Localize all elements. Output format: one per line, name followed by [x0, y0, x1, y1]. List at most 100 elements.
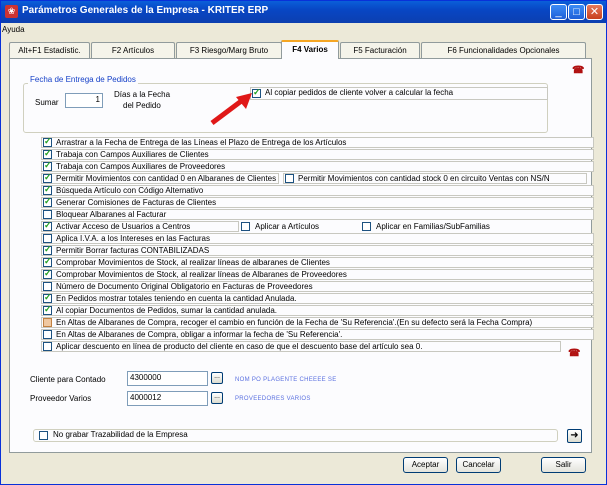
cliente-contado-input[interactable]: 4300000	[127, 371, 208, 386]
menu-bar: Ayuda	[2, 25, 25, 37]
option-checkbox-17[interactable]	[43, 342, 52, 351]
window: ❀ Parámetros Generales de la Empresa - K…	[0, 0, 607, 485]
trazabilidad-checkbox[interactable]	[39, 431, 48, 440]
option-checkbox-2[interactable]	[43, 160, 52, 171]
copiar-fecha-row[interactable]: Al copiar pedidos de cliente volver a ca…	[250, 87, 548, 100]
option-label-11: Comprobar Movimientos de Stock, al reali…	[56, 270, 347, 279]
help-icon-top[interactable]: ☎	[572, 65, 584, 76]
option-row-6[interactable]: Bloquear Albaranes al Facturar	[41, 209, 594, 220]
tab-funcionalidades[interactable]: F6 Funcionalidades Opcionales	[421, 42, 586, 58]
option-row-5[interactable]: Generar Comisiones de Facturas de Client…	[41, 196, 594, 208]
tab-varios[interactable]: F4 Varios	[281, 40, 339, 59]
app-icon: ❀	[5, 5, 18, 18]
aplicar-articulos-label: Aplicar a Artículos	[255, 222, 320, 231]
option-checkbox-10[interactable]	[43, 256, 52, 267]
option-label-0: Arrastrar a la Fecha de Entrega de las L…	[56, 138, 347, 147]
minimize-button[interactable]: _	[550, 4, 567, 20]
option-checkbox-1[interactable]	[43, 148, 52, 159]
aplicar-articulos-checkbox[interactable]	[241, 222, 250, 231]
salir-button[interactable]: Salir	[541, 457, 586, 473]
proveedor-lookup-button[interactable]: ...	[211, 392, 223, 404]
option-checkbox-6[interactable]	[43, 210, 52, 219]
menu-ayuda[interactable]: Ayuda	[2, 25, 25, 34]
tab-riesgo[interactable]: F3 Riesgo/Marg Bruto	[176, 42, 282, 58]
option-row-4[interactable]: Búsqueda Artículo con Código Alternativo	[41, 184, 594, 196]
trazabilidad-label: No grabar Trazabilidad de la Empresa	[53, 430, 188, 439]
tab-estadisticas[interactable]: Alt+F1 Estadístic.	[9, 42, 90, 58]
option-row-13[interactable]: En Pedidos mostrar totales teniendo en c…	[41, 292, 594, 304]
title-bar[interactable]: ❀ Parámetros Generales de la Empresa - K…	[1, 1, 606, 23]
option-label-5: Generar Comisiones de Facturas de Client…	[56, 198, 217, 207]
dias-label-2: del Pedido	[123, 101, 161, 110]
tab-articulos[interactable]: F2 Artículos	[91, 42, 175, 58]
cliente-contado-name: NOM PO PLAGENTE CHEEEE SE	[235, 377, 337, 383]
sumar-label: Sumar	[35, 98, 59, 107]
proveedor-varios-input[interactable]: 4000012	[127, 391, 208, 406]
option-checkbox-5[interactable]	[43, 196, 52, 207]
option-label-13: En Pedidos mostrar totales teniendo en c…	[56, 294, 297, 303]
dias-label-1: Días a la Fecha	[114, 90, 171, 99]
red-arrow-icon	[210, 93, 252, 125]
option-row-7[interactable]: Activar Acceso de Usuarios a Centros	[41, 220, 239, 232]
cliente-contado-label: Cliente para Contado	[30, 375, 106, 384]
option-row-3[interactable]: Permitir Movimientos con cantidad 0 en A…	[41, 172, 279, 184]
stock-ns-label: Permitir Movimientos con cantidad stock …	[298, 174, 550, 183]
option-checkbox-13[interactable]	[43, 292, 52, 303]
maximize-button[interactable]: □	[568, 4, 585, 20]
option-label-4: Búsqueda Artículo con Código Alternativo	[56, 186, 204, 195]
close-button[interactable]: ✕	[586, 4, 603, 20]
help-icon-bottom[interactable]: ☎	[568, 348, 580, 359]
option-label-12: Número de Documento Original Obligatorio…	[56, 282, 313, 291]
option-row-0[interactable]: Arrastrar a la Fecha de Entrega de las L…	[41, 136, 594, 148]
stock-ns-checkbox[interactable]	[285, 174, 294, 183]
option-row-9[interactable]: Permitir Borrar facturas CONTABILIZADAS	[41, 244, 594, 256]
proveedor-varios-name: PROVEEDORES VARIOS	[235, 396, 311, 402]
option-label-10: Comprobar Movimientos de Stock, al reali…	[56, 258, 330, 267]
option-checkbox-7[interactable]	[43, 220, 52, 231]
arrow-right-icon[interactable]: ➜	[567, 429, 582, 443]
option-label-3: Permitir Movimientos con cantidad 0 en A…	[56, 174, 277, 183]
tab-facturacion[interactable]: F5 Facturación	[340, 42, 420, 58]
sumar-input[interactable]: 1	[65, 93, 103, 108]
option-label-7: Activar Acceso de Usuarios a Centros	[56, 222, 191, 231]
option-row-2[interactable]: Trabaja con Campos Auxiliares de Proveed…	[41, 160, 594, 172]
option-label-1: Trabaja con Campos Auxiliares de Cliente…	[56, 150, 209, 159]
option-row-14[interactable]: Al copiar Documentos de Pedidos, sumar l…	[41, 304, 594, 316]
option-checkbox-4[interactable]	[43, 184, 52, 195]
aplicar-familias-label: Aplicar en Familias/SubFamilias	[376, 222, 490, 231]
option-checkbox-9[interactable]	[43, 244, 52, 255]
option-checkbox-12[interactable]	[43, 282, 52, 291]
stock-ns-row[interactable]: Permitir Movimientos con cantidad stock …	[283, 173, 587, 184]
option-row-15[interactable]: En Altas de Albaranes de Compra, recoger…	[41, 317, 594, 328]
option-row-1[interactable]: Trabaja con Campos Auxiliares de Cliente…	[41, 148, 594, 160]
option-row-10[interactable]: Comprobar Movimientos de Stock, al reali…	[41, 256, 594, 268]
option-label-16: En Altas de Albaranes de Compra, obligar…	[56, 330, 343, 339]
option-checkbox-15[interactable]	[43, 318, 52, 327]
proveedor-varios-label: Proveedor Varios	[30, 394, 92, 403]
aceptar-button[interactable]: Aceptar	[403, 457, 448, 473]
option-checkbox-16[interactable]	[43, 330, 52, 339]
option-label-8: Aplica I.V.A. a los Intereses en las Fac…	[56, 234, 211, 243]
aplicar-familias-checkbox[interactable]	[362, 222, 371, 231]
option-label-9: Permitir Borrar facturas CONTABILIZADAS	[56, 246, 210, 255]
option-label-17: Aplicar descuento en línea de producto d…	[56, 342, 423, 351]
window-title: Parámetros Generales de la Empresa - KRI…	[22, 5, 269, 16]
option-checkbox-11[interactable]	[43, 268, 52, 279]
option-label-2: Trabaja con Campos Auxiliares de Proveed…	[56, 162, 226, 171]
option-label-15: En Altas de Albaranes de Compra, recoger…	[56, 318, 533, 327]
option-row-12[interactable]: Número de Documento Original Obligatorio…	[41, 281, 594, 292]
fecha-entrega-legend: Fecha de Entrega de Pedidos	[28, 75, 138, 84]
option-label-14: Al copiar Documentos de Pedidos, sumar l…	[56, 306, 278, 315]
option-checkbox-0[interactable]	[43, 136, 52, 147]
cliente-lookup-button[interactable]: ...	[211, 372, 223, 384]
option-checkbox-8[interactable]	[43, 234, 52, 243]
copiar-fecha-label: Al copiar pedidos de cliente volver a ca…	[265, 88, 454, 97]
option-checkbox-3[interactable]	[43, 172, 52, 183]
trazabilidad-group[interactable]: No grabar Trazabilidad de la Empresa	[33, 429, 558, 442]
cancelar-button[interactable]: Cancelar	[456, 457, 501, 473]
option-checkbox-14[interactable]	[43, 304, 52, 315]
option-row-16[interactable]: En Altas de Albaranes de Compra, obligar…	[41, 329, 594, 340]
option-row-17[interactable]: Aplicar descuento en línea de producto d…	[41, 341, 561, 352]
option-row-11[interactable]: Comprobar Movimientos de Stock, al reali…	[41, 268, 594, 280]
option-row-8[interactable]: Aplica I.V.A. a los Intereses en las Fac…	[41, 233, 594, 244]
